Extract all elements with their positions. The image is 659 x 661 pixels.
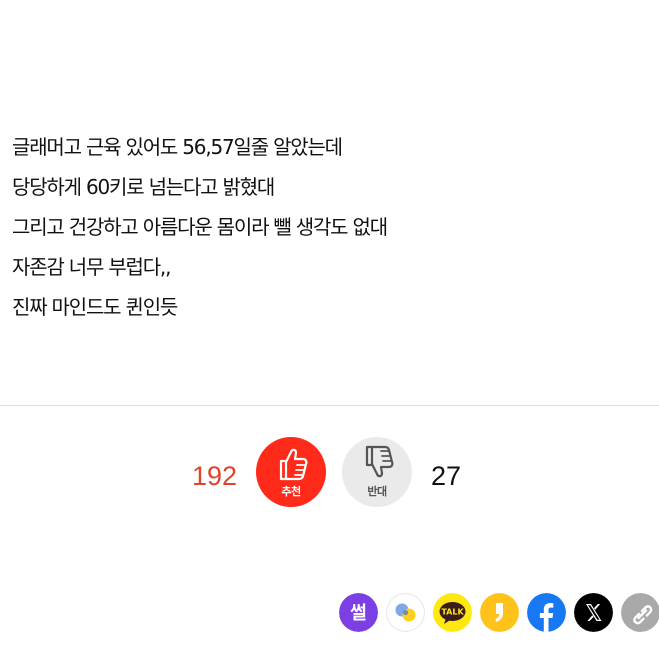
ssul-logo-icon: 썰: [339, 593, 378, 632]
chat-bubbles-icon: [386, 593, 425, 632]
kakaostory-icon: [480, 593, 519, 632]
kakaotalk-text: TALK: [441, 608, 464, 617]
share-kakaotalk-button[interactable]: TALK: [433, 593, 472, 632]
post-line: 자존감 너무 부럽다,,: [12, 255, 171, 279]
upvote-label: 추천: [281, 486, 301, 498]
upvote-button[interactable]: 추천: [256, 437, 326, 507]
downvote-label: 반대: [367, 486, 387, 498]
kakaotalk-icon: TALK: [433, 593, 472, 632]
x-icon: [574, 593, 613, 632]
post-line: 글래머고 근육 있어도 56,57일줄 알았는데: [12, 135, 343, 159]
thumbs-down-icon: [365, 445, 394, 478]
facebook-icon: [527, 593, 566, 632]
post-line: 진짜 마인드도 퀸인듯: [12, 295, 178, 319]
downvote-button[interactable]: 반대: [342, 437, 412, 507]
share-chat-button[interactable]: [386, 593, 425, 632]
post-line: 당당하게 60키로 넘는다고 밝혔대: [12, 175, 275, 199]
upvote-count: 192: [192, 461, 238, 491]
link-icon: [621, 593, 659, 632]
share-ssul-button[interactable]: 썰: [339, 593, 378, 632]
share-x-button[interactable]: [574, 593, 613, 632]
post-line: 그리고 건강하고 아름다운 몸이라 뺄 생각도 없대: [12, 215, 388, 239]
copy-link-button[interactable]: [621, 593, 659, 632]
post-page: 글래머고 근육 있어도 56,57일줄 알았는데 당당하게 60키로 넘는다고 …: [0, 0, 659, 661]
share-kakaostory-button[interactable]: [480, 593, 519, 632]
content-divider: [0, 405, 659, 406]
thumbs-up-icon: [279, 448, 308, 481]
share-facebook-button[interactable]: [527, 593, 566, 632]
post-body: 글래머고 근육 있어도 56,57일줄 알았는데 당당하게 60키로 넘는다고 …: [12, 127, 652, 327]
downvote-count: 27: [431, 461, 462, 491]
ssul-logo-text: 썰: [350, 603, 367, 624]
